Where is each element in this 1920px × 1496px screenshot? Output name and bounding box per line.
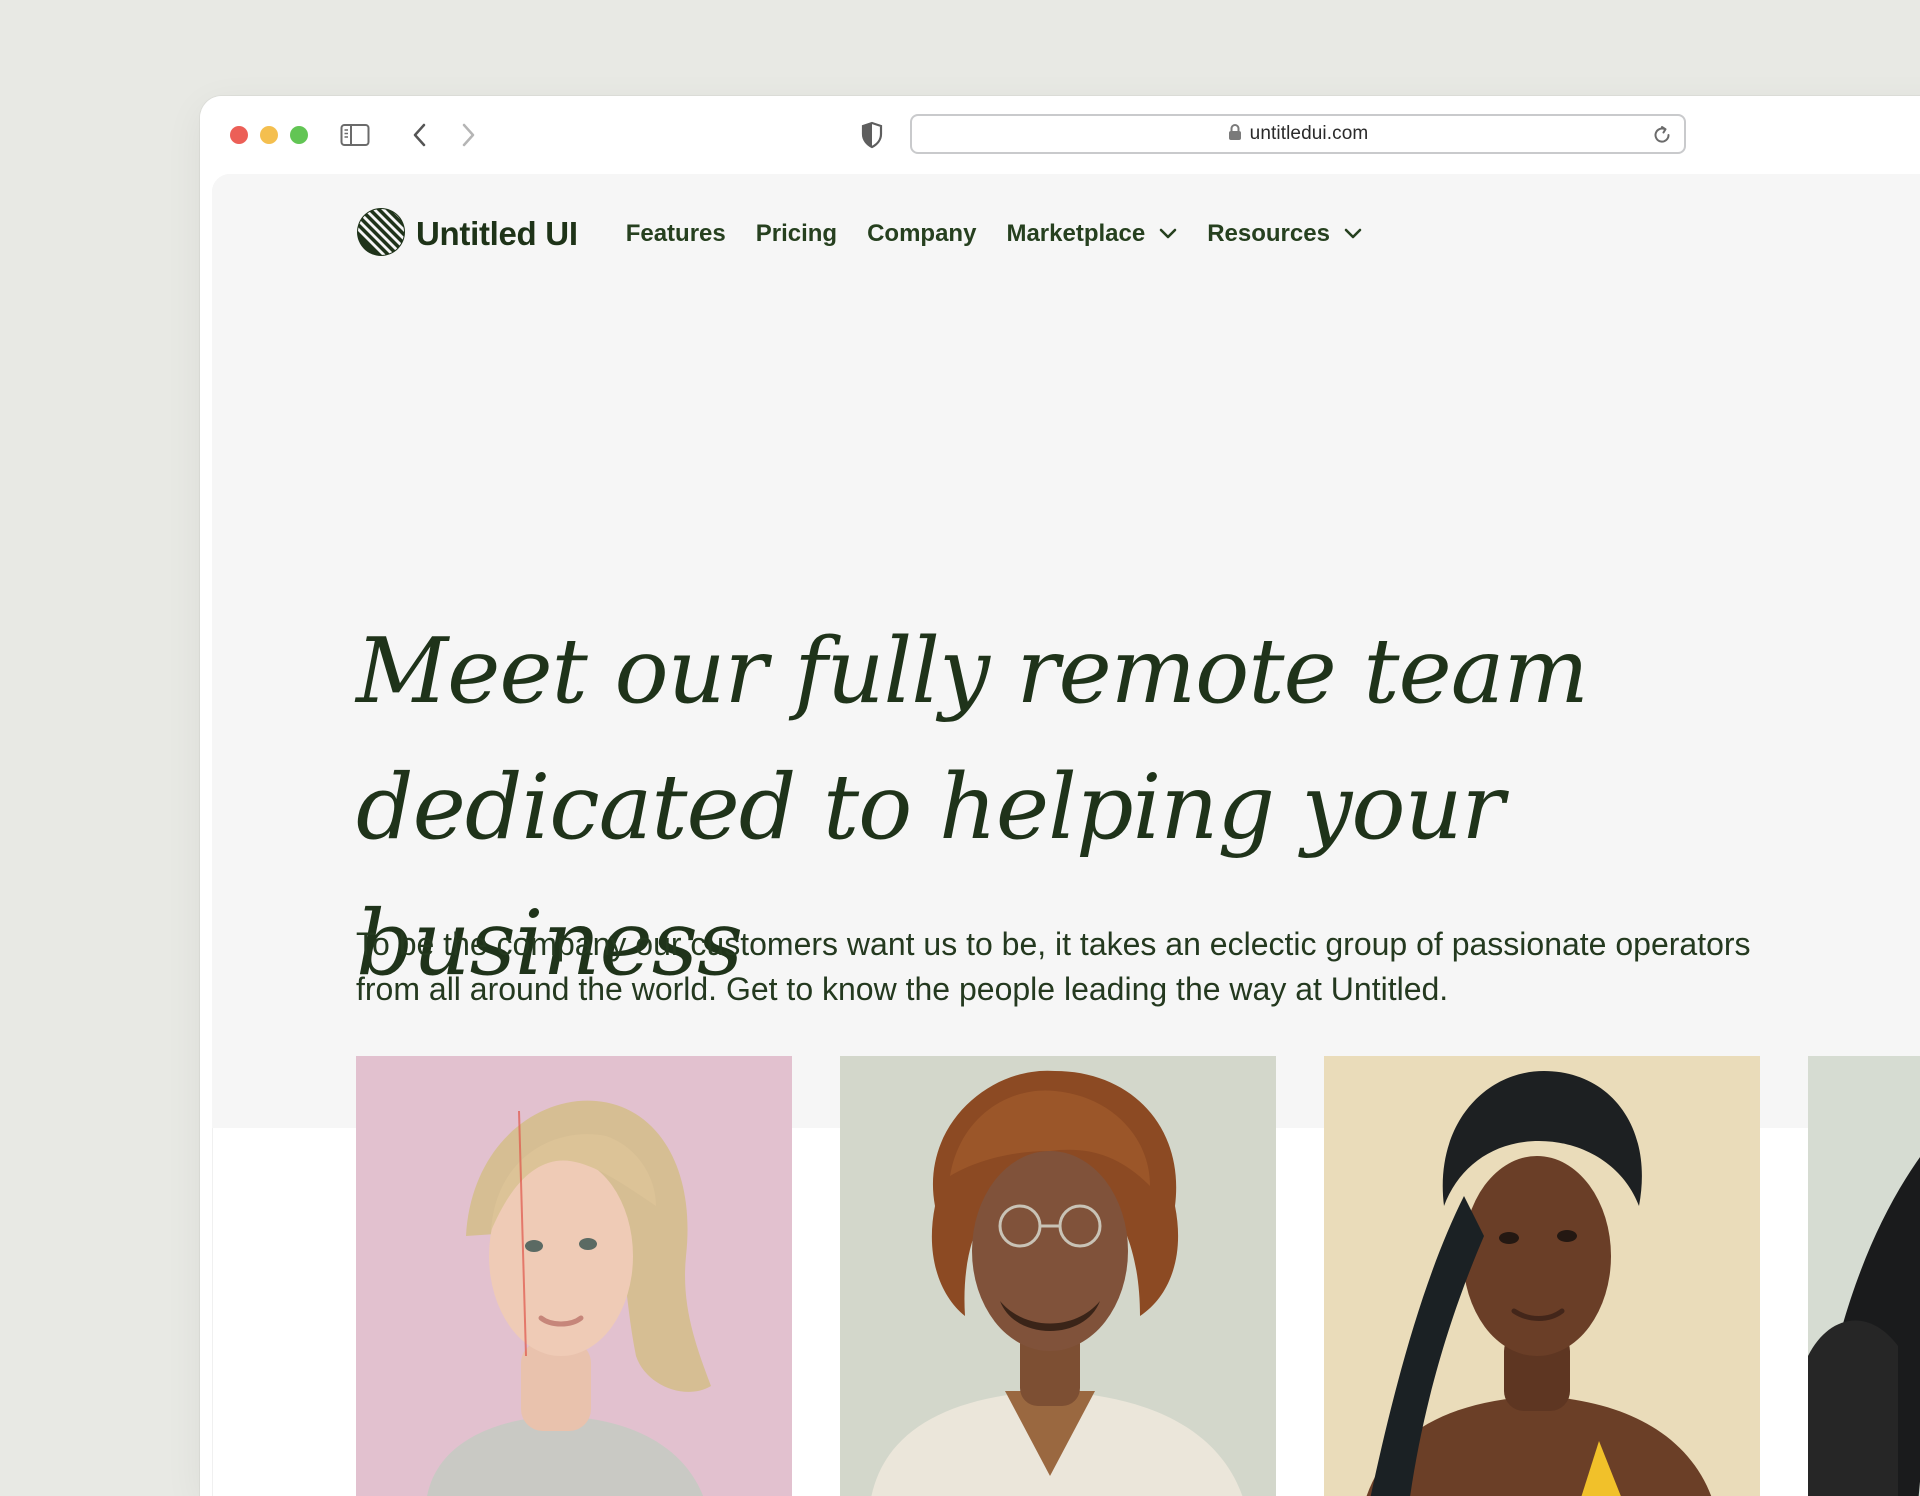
team-member-photo[interactable]	[1324, 1056, 1760, 1496]
lock-icon	[1228, 123, 1242, 146]
nav-item-label: Pricing	[755, 220, 838, 247]
reload-icon[interactable]	[1652, 125, 1672, 150]
nav-item-label: Company	[867, 220, 977, 247]
team-member-photo[interactable]	[840, 1056, 1276, 1496]
logo-text: Untitled UI	[416, 215, 578, 252]
address-bar[interactable]: untitledui.com	[910, 114, 1686, 154]
chevron-down-icon	[1344, 228, 1362, 239]
nav-item-label: Features	[625, 220, 726, 247]
team-member-photo[interactable]	[356, 1056, 792, 1496]
maximize-window-button[interactable]	[290, 126, 308, 144]
nav-item-label: Marketplace	[1006, 220, 1146, 247]
shield-icon[interactable]	[860, 120, 884, 150]
url-text: untitledui.com	[1249, 123, 1369, 144]
page-viewport: Untitled UI Features Pricing Company Mar…	[212, 174, 1920, 1496]
logo-link[interactable]: Untitled UI	[356, 207, 578, 262]
main-navigation: Untitled UI Features Pricing Company Mar…	[356, 207, 1392, 262]
minimize-window-button[interactable]	[260, 126, 278, 144]
logo-icon	[356, 207, 406, 262]
nav-item-marketplace[interactable]: Marketplace	[1006, 220, 1177, 248]
team-member-photo[interactable]	[1808, 1056, 1920, 1496]
forward-icon[interactable]	[460, 120, 476, 150]
headline-line-1: Meet our fully remote team	[356, 619, 1589, 724]
close-window-button[interactable]	[230, 126, 248, 144]
nav-item-label: Resources	[1207, 220, 1330, 247]
chevron-down-icon	[1159, 228, 1177, 239]
nav-item-pricing[interactable]: Pricing	[756, 220, 837, 248]
hero-description: To be the company our customers want us …	[356, 926, 1751, 1007]
nav-item-features[interactable]: Features	[626, 220, 726, 248]
browser-toolbar: untitledui.com	[200, 96, 1920, 174]
browser-window: untitledui.com Untitled UI Features Pric…	[200, 96, 1920, 1496]
nav-item-resources[interactable]: Resources	[1207, 220, 1362, 248]
nav-item-company[interactable]: Company	[867, 220, 976, 248]
back-icon[interactable]	[412, 120, 428, 150]
sidebar-icon[interactable]	[340, 120, 370, 150]
